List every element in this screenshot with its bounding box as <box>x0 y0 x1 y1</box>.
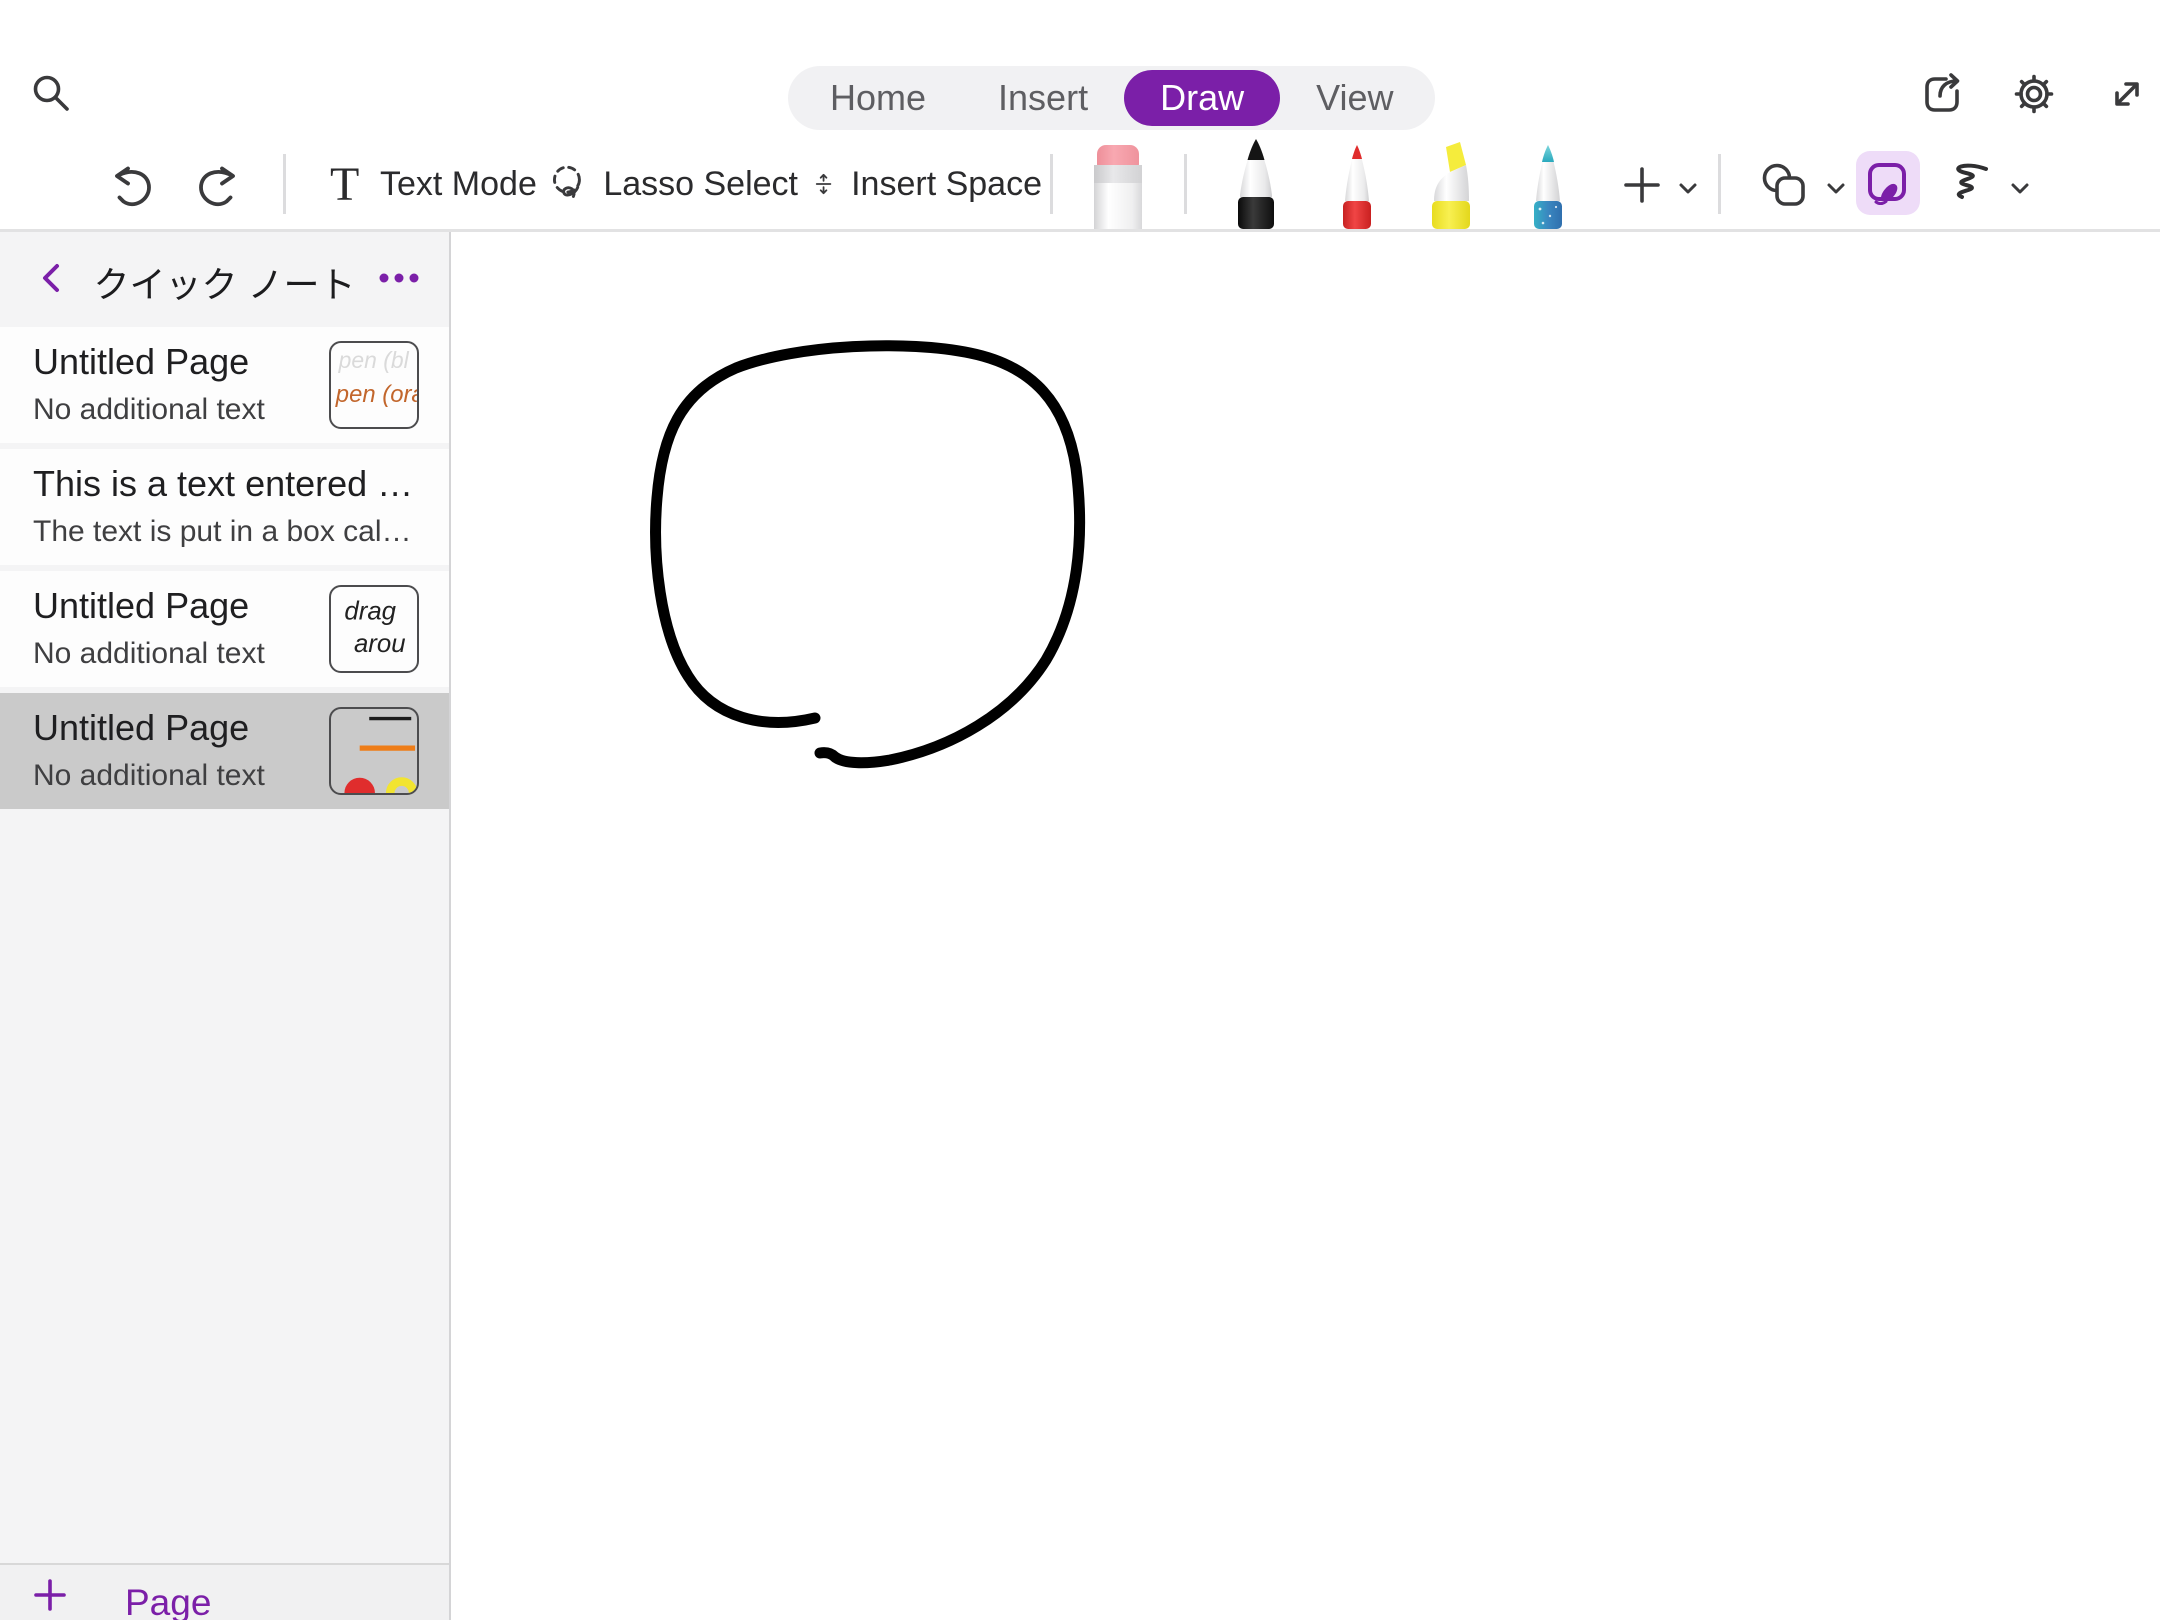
page-thumbnail: pen (bl pen (ora <box>329 341 419 429</box>
chevron-down-icon <box>1679 183 1697 194</box>
divider <box>283 154 286 214</box>
fullscreen-expand-icon <box>2115 82 2139 106</box>
share-button[interactable] <box>1918 70 1966 118</box>
yellow-highlighter-tool[interactable] <box>1415 141 1487 229</box>
app-window: Home Insert Draw View T Text Mode Lasso … <box>0 0 2160 1620</box>
svg-text:T: T <box>330 158 359 210</box>
undo-icon <box>115 166 151 207</box>
insert-space-button[interactable]: Insert Space <box>812 152 1042 216</box>
lasso-select-label: Lasso Select <box>603 164 798 203</box>
lasso-select-icon <box>552 165 581 198</box>
tab-draw[interactable]: Draw <box>1124 70 1281 126</box>
add-page-label: Page <box>125 1582 212 1620</box>
page-list-item-selected[interactable]: Untitled Page No additional text <box>0 693 449 809</box>
page-thumbnail: drag arou <box>329 585 419 673</box>
shapes-icon <box>1762 163 1805 206</box>
teal-pencil-icon <box>1534 145 1562 229</box>
page-list-item[interactable]: Untitled Page No additional text drag ar… <box>0 571 449 687</box>
scribble-dropdown[interactable] <box>2010 179 2030 199</box>
ink-stroke-circle <box>650 340 1086 769</box>
text-mode-label: Text Mode <box>380 164 537 203</box>
undo-button[interactable] <box>105 160 153 208</box>
svg-text:pen (ora: pen (ora <box>335 381 417 408</box>
drawing-canvas[interactable] <box>453 232 2160 1620</box>
search-icon <box>33 75 69 111</box>
text-mode-icon: T <box>330 158 359 210</box>
page-subtitle: The text is put in a box called... <box>33 515 418 548</box>
shapes-button[interactable] <box>1758 159 1810 211</box>
page-list-item[interactable]: Untitled Page No additional text pen (bl… <box>0 327 449 443</box>
tab-view[interactable]: View <box>1280 70 1429 126</box>
page-thumbnail <box>329 707 419 795</box>
svg-text:arou: arou <box>354 630 406 658</box>
sidebar-header: クイック ノート <box>0 232 449 324</box>
ribbon-tab-bar: Home Insert Draw View <box>788 66 1436 130</box>
hand-drawn-circle-path <box>650 340 1086 769</box>
tab-insert[interactable]: Insert <box>962 70 1124 126</box>
settings-button[interactable] <box>2010 70 2058 118</box>
yellow-highlighter-icon <box>1432 142 1470 229</box>
note-with-pen-icon <box>1868 163 1906 205</box>
add-pen-button[interactable] <box>1620 163 1664 207</box>
add-pen-dropdown[interactable] <box>1678 179 1698 199</box>
divider <box>1718 154 1721 214</box>
scribble-button[interactable] <box>1940 157 1996 213</box>
redo-button[interactable] <box>197 160 245 208</box>
insert-space-label: Insert Space <box>851 164 1042 203</box>
freehand-scribble-icon <box>1956 163 1988 199</box>
plus-icon <box>1624 167 1660 203</box>
svg-text:drag: drag <box>344 597 396 625</box>
page-title: This is a text entered in... <box>33 463 418 504</box>
black-pen-tool[interactable] <box>1220 137 1292 229</box>
share-icon <box>1925 73 1960 112</box>
text-mode-button[interactable]: T Text Mode <box>322 152 552 216</box>
more-options-button[interactable] <box>379 272 419 284</box>
lasso-select-button[interactable]: Lasso Select <box>548 152 798 216</box>
divider <box>1050 154 1053 214</box>
fullscreen-button[interactable] <box>2103 70 2151 118</box>
black-pen-icon <box>1238 139 1274 229</box>
red-pen-icon <box>1343 145 1371 229</box>
tab-home[interactable]: Home <box>794 70 962 126</box>
sidebar-footer: Page <box>0 1563 449 1620</box>
insert-space-icon <box>815 173 832 195</box>
eraser-tool[interactable] <box>1082 143 1154 229</box>
redo-icon <box>199 166 235 207</box>
red-pen-tool[interactable] <box>1321 141 1393 229</box>
divider <box>1184 154 1187 214</box>
chevron-down-icon <box>2011 183 2029 194</box>
page-list-item[interactable]: This is a text entered in... The text is… <box>0 449 449 565</box>
teal-pencil-tool[interactable] <box>1512 141 1584 229</box>
shapes-dropdown[interactable] <box>1826 179 1846 199</box>
ellipsis-icon <box>379 273 419 283</box>
ink-note-button[interactable] <box>1856 151 1920 215</box>
chevron-down-icon <box>1827 183 1845 194</box>
search-button[interactable] <box>28 70 76 118</box>
page-list-sidebar: クイック ノート Untitled Page No additional tex… <box>0 232 451 1620</box>
eraser-icon <box>1094 145 1142 229</box>
add-page-button[interactable]: Page <box>33 1576 413 1620</box>
svg-text:pen (bl: pen (bl <box>338 347 410 373</box>
plus-icon <box>34 1579 66 1611</box>
settings-gear-icon <box>2014 74 2054 114</box>
